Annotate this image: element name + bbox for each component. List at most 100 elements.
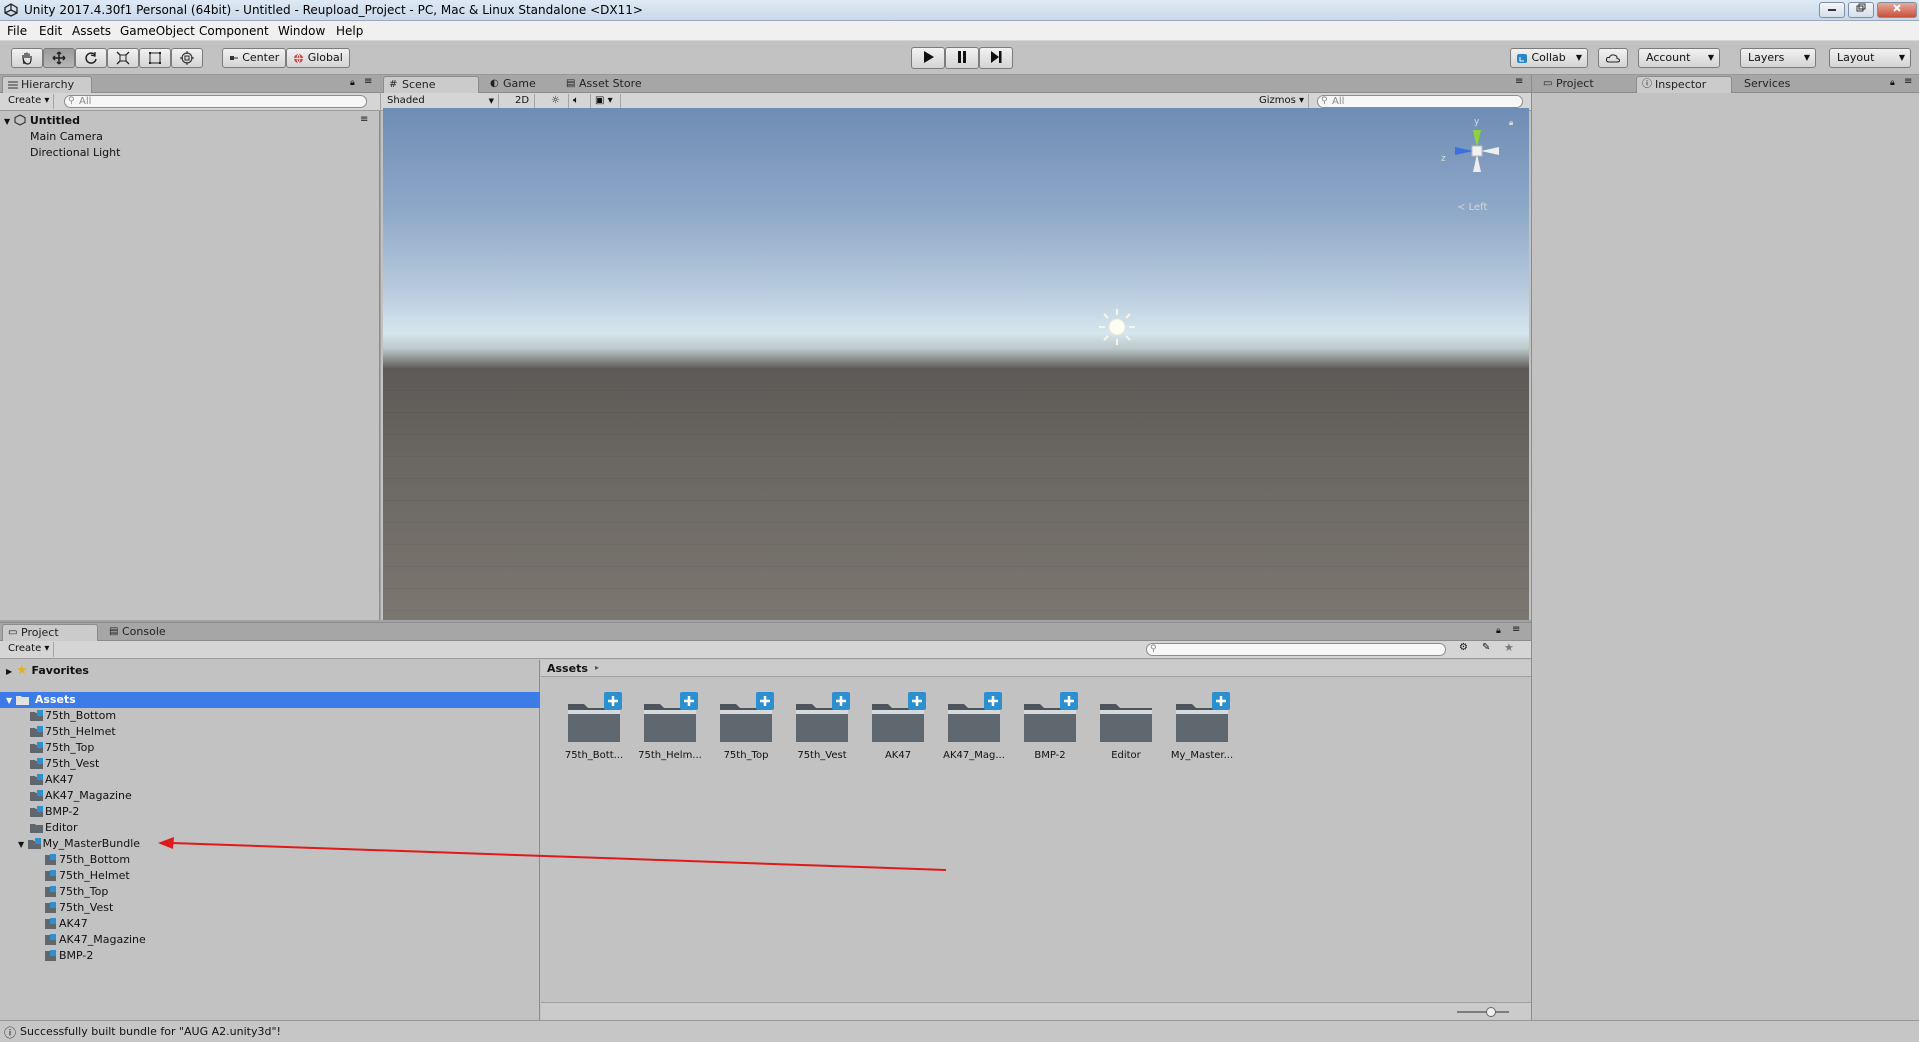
lock-icon[interactable]: 🔒︎ xyxy=(1496,626,1501,636)
panel-menu-icon[interactable]: ≡ xyxy=(1904,76,1912,87)
asset-tile[interactable]: 75th_Helm... xyxy=(635,688,705,768)
scene-menu-icon[interactable]: ≡ xyxy=(360,114,368,125)
tree-item-75th-helmet[interactable]: 75th_Helmet xyxy=(30,724,116,740)
tab-asset-store[interactable]: ▤ Asset Store xyxy=(561,76,661,93)
gizmos-dropdown[interactable]: Gizmos ▾ xyxy=(1255,94,1309,109)
tree-item-ak47-magazine[interactable]: AK47_Magazine xyxy=(30,788,132,804)
menu-edit[interactable]: Edit xyxy=(39,24,62,38)
view-orientation-label[interactable]: ≺ Left xyxy=(1457,202,1487,213)
gizmo-lock-icon[interactable]: 🔒︎ xyxy=(1509,118,1513,128)
subtree-item-75th-top[interactable]: 75th_Top xyxy=(44,884,108,900)
effects-dropdown[interactable]: ▣ ▾ xyxy=(591,94,621,109)
tree-item-75th-vest[interactable]: 75th_Vest xyxy=(30,756,99,772)
project-search-input[interactable]: ⚲ xyxy=(1146,643,1446,656)
zoom-slider-thumb[interactable] xyxy=(1486,1007,1496,1017)
panel-menu-icon[interactable]: ≡ xyxy=(1515,76,1523,87)
tree-item-my-masterbundle[interactable]: ▼ My_MasterBundle xyxy=(18,836,140,852)
menu-gameobject[interactable]: GameObject xyxy=(120,24,195,38)
maximize-button[interactable] xyxy=(1848,2,1874,18)
tab-inspector[interactable]: ⓘ Inspector xyxy=(1636,76,1732,93)
tree-item-label: Editor xyxy=(45,821,78,834)
tree-item-75th-top[interactable]: 75th_Top xyxy=(30,740,94,756)
scene-search-input[interactable]: ⚲ All xyxy=(1317,95,1523,108)
audio-toggle[interactable]: 🔈︎ xyxy=(569,94,591,109)
space-global-toggle[interactable]: Global xyxy=(286,48,350,68)
tab-project-right[interactable]: ▭ Project xyxy=(1538,76,1628,93)
tab-services[interactable]: Services xyxy=(1736,76,1816,93)
close-window-button[interactable] xyxy=(1877,2,1917,18)
asset-tile[interactable]: BMP-2 xyxy=(1015,688,1085,768)
asset-tile[interactable]: AK47_Mag... xyxy=(939,688,1009,768)
tree-item-bmp-2[interactable]: BMP-2 xyxy=(30,804,79,820)
hierarchy-create-button[interactable]: Create ▾ xyxy=(4,94,55,109)
tab-scene[interactable]: # Scene xyxy=(383,76,479,93)
lock-icon[interactable]: 🔒︎ xyxy=(1890,78,1895,88)
hierarchy-search-input[interactable]: ⚲ All xyxy=(64,95,367,108)
layout-dropdown[interactable]: Layout ▼ xyxy=(1829,48,1911,68)
tab-game[interactable]: ◐ Game xyxy=(485,76,555,93)
asset-tile[interactable]: 75th_Bott... xyxy=(559,688,629,768)
shading-mode-dropdown[interactable]: Shaded ▼ xyxy=(383,94,499,109)
orientation-gizmo-icon[interactable] xyxy=(1437,118,1517,188)
subtree-item-75th-helmet[interactable]: 75th_Helmet xyxy=(44,868,130,884)
rotate-tool-button[interactable] xyxy=(75,48,107,68)
menu-window[interactable]: Window xyxy=(278,24,325,38)
hierarchy-item-directional-light[interactable]: Directional Light xyxy=(30,145,120,161)
tab-project[interactable]: ▭ Project xyxy=(2,624,98,641)
lock-icon[interactable]: 🔒︎ xyxy=(350,78,355,88)
play-button[interactable] xyxy=(911,47,945,69)
hierarchy-item-main-camera[interactable]: Main Camera xyxy=(30,129,103,145)
tab-hierarchy[interactable]: Hierarchy xyxy=(2,76,92,93)
subtree-item-75th-bottom[interactable]: 75th_Bottom xyxy=(44,852,130,868)
cloud-button[interactable] xyxy=(1598,48,1628,68)
favorites-row[interactable]: ▶ ★ Favorites xyxy=(6,663,89,679)
tab-scene-label: Scene xyxy=(402,78,436,91)
hand-tool-button[interactable] xyxy=(11,48,43,68)
rect-tool-button[interactable] xyxy=(139,48,171,68)
tree-item-ak47[interactable]: AK47 xyxy=(30,772,74,788)
menu-help[interactable]: Help xyxy=(336,24,363,38)
project-create-button[interactable]: Create ▾ xyxy=(4,642,55,657)
subtree-item-ak47-magazine[interactable]: AK47_Magazine xyxy=(44,932,146,948)
layers-dropdown[interactable]: Layers ▼ xyxy=(1740,48,1816,68)
transform-tool-button[interactable] xyxy=(171,48,203,68)
lighting-toggle[interactable]: ☼ xyxy=(547,94,569,109)
scale-tool-button[interactable] xyxy=(107,48,139,68)
pivot-center-toggle[interactable]: Center xyxy=(222,48,286,68)
rect-transform-icon xyxy=(149,52,161,64)
panel-menu-icon[interactable]: ≡ xyxy=(364,76,372,87)
breadcrumb-assets[interactable]: Assets xyxy=(547,662,588,675)
asset-tile[interactable]: Editor xyxy=(1091,688,1161,768)
status-message[interactable]: Successfully built bundle for "AUG A2.un… xyxy=(20,1025,281,1038)
2d-toggle[interactable]: 2D xyxy=(511,94,535,109)
subtree-item-bmp-2[interactable]: BMP-2 xyxy=(44,948,93,964)
account-dropdown[interactable]: Account ▼ xyxy=(1638,48,1720,68)
filter-by-type-icon[interactable]: ⚙ xyxy=(1459,642,1468,653)
subtree-item-75th-vest[interactable]: 75th_Vest xyxy=(44,900,113,916)
zoom-slider-track[interactable] xyxy=(1457,1011,1509,1013)
filter-by-label-icon[interactable]: ✎ xyxy=(1482,642,1490,653)
step-button[interactable] xyxy=(979,47,1013,69)
asset-tile[interactable]: My_Master... xyxy=(1167,688,1237,768)
asset-tile[interactable]: AK47 xyxy=(863,688,933,768)
menu-assets[interactable]: Assets xyxy=(72,24,111,38)
assets-root-row[interactable]: ▼ Assets xyxy=(6,692,76,708)
scene-root-row[interactable]: ▼ Untitled xyxy=(4,113,80,129)
tree-item-editor[interactable]: Editor xyxy=(30,820,78,836)
asset-tile[interactable]: 75th_Top xyxy=(711,688,781,768)
collab-dropdown[interactable]: Collab ▼ xyxy=(1510,48,1588,68)
panel-menu-icon[interactable]: ≡ xyxy=(1512,624,1520,635)
minimize-button[interactable] xyxy=(1819,2,1845,18)
menu-file[interactable]: File xyxy=(7,24,27,38)
scene-viewport[interactable]: y z 🔒︎ ≺ Left xyxy=(383,108,1529,620)
menu-component[interactable]: Component xyxy=(199,24,269,38)
directional-light-gizmo-icon[interactable] xyxy=(1095,305,1139,349)
tab-asset-store-label: Asset Store xyxy=(579,77,642,90)
tab-console[interactable]: ▤ Console xyxy=(104,624,184,641)
tree-item-75th-bottom[interactable]: 75th_Bottom xyxy=(30,708,116,724)
subtree-item-ak47[interactable]: AK47 xyxy=(44,916,88,932)
asset-tile[interactable]: 75th_Vest xyxy=(787,688,857,768)
favorite-star-icon[interactable]: ★ xyxy=(1504,641,1514,654)
pause-button[interactable] xyxy=(945,47,979,69)
move-tool-button[interactable] xyxy=(43,48,75,68)
